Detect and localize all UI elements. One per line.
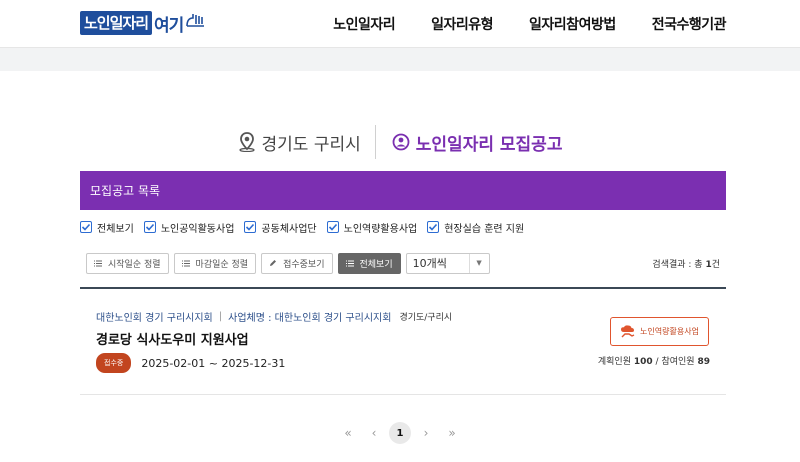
sort-end-label: 마감일순 정렬 — [195, 259, 249, 270]
category-filters: 전체보기 노인공익활동사업 공동체사업단 노인역량활용사업 현장실습 훈련 지원 — [80, 218, 534, 236]
page-size-select[interactable]: 10개씩 ▼ — [405, 252, 490, 274]
open-only-label: 접수중보기 — [283, 259, 325, 270]
site-header: 노인일자리 여기 노인일자리 일자리유형 일자리참여방법 전국수행기관 — [0, 0, 800, 48]
list-header-bar: 모집공고 목록 — [80, 171, 726, 210]
pagination: « ‹ 1 › » — [0, 422, 800, 444]
page-title-row: 경기도 구리시 노인일자리 모집공고 — [0, 122, 800, 162]
location-pin-icon — [238, 132, 256, 152]
first-page-button[interactable]: « — [337, 422, 359, 444]
job-type-badge: 노인역량활용사업 — [610, 317, 709, 346]
caret-down-icon: ▼ — [468, 253, 489, 273]
prev-page-button[interactable]: ‹ — [363, 422, 385, 444]
open-only-button[interactable]: 접수중보기 — [261, 252, 333, 274]
checkbox-checked-icon[interactable] — [244, 221, 257, 233]
planned-count: 100 — [633, 357, 653, 367]
job-org: 대한노인회 경기 구리시지회 — [96, 313, 213, 324]
job-title[interactable]: 경로당 식사도우미 지원사업 — [96, 329, 249, 348]
sub-header-band — [0, 48, 800, 71]
list-toolbar: 시작일순 정렬 마감일순 정렬 접수중보기 전체보기 10개씩 ▼ — [86, 252, 490, 274]
sort-start-button[interactable]: 시작일순 정렬 — [86, 252, 169, 274]
filter-label: 노인역량활용사업 — [343, 223, 418, 235]
filter-label: 노인공익활동사업 — [160, 223, 235, 235]
recruit-title: 노인일자리 모집공고 — [376, 130, 563, 155]
pencil-icon — [269, 259, 277, 267]
filter-field-training[interactable]: 현장실습 훈련 지원 — [427, 220, 524, 235]
job-period: 2025-02-01 ~ 2025-12-31 — [141, 356, 286, 370]
location-title: 경기도 구리시 — [238, 130, 375, 155]
filter-community[interactable]: 공동체사업단 — [244, 220, 317, 235]
page-size-value: 10개씩 — [412, 257, 447, 270]
count-separator: / — [655, 357, 659, 367]
site-logo[interactable]: 노인일자리 여기 — [80, 10, 207, 36]
view-all-label: 전체보기 — [359, 259, 393, 270]
checkbox-checked-icon[interactable] — [427, 221, 440, 233]
filter-capability[interactable]: 노인역량활용사업 — [326, 220, 418, 235]
result-prefix: 검색결과 : 총 — [652, 260, 703, 270]
joined-label: 참여인원 — [661, 357, 695, 367]
location-text: 경기도 구리시 — [261, 134, 361, 155]
view-all-button[interactable]: 전체보기 — [337, 252, 401, 274]
job-status-row: 접수중 2025-02-01 ~ 2025-12-31 — [96, 353, 285, 373]
logo-accent: 여기 — [154, 15, 184, 36]
job-operator: 사업체명 : 대한노인회 경기 구리시지회 — [228, 313, 392, 324]
status-badge: 접수중 — [96, 353, 132, 373]
list-icon — [181, 260, 190, 267]
nav-how-to-join[interactable]: 일자리참여방법 — [529, 14, 616, 34]
logo-hand-icon — [185, 12, 207, 34]
main-nav: 노인일자리 일자리유형 일자리참여방법 전국수행기관 — [297, 0, 726, 48]
filter-label: 공동체사업단 — [261, 223, 317, 235]
search-result-count: 검색결과 : 총 1건 — [652, 257, 720, 270]
list-header-label: 모집공고 목록 — [90, 184, 161, 198]
planned-label: 계획인원 — [597, 357, 631, 367]
user-circle-icon — [392, 133, 410, 151]
recruit-heading: 노인일자리 모집공고 — [415, 134, 563, 155]
job-region: 경기도/구리시 — [399, 313, 453, 323]
meta-separator: | — [218, 311, 223, 322]
list-icon — [345, 260, 354, 267]
last-page-button[interactable]: » — [441, 422, 463, 444]
result-suffix: 건 — [711, 260, 720, 270]
job-headcount: 계획인원 100 / 참여인원 89 — [598, 354, 710, 367]
joined-count: 89 — [697, 357, 710, 367]
nav-job-types[interactable]: 일자리유형 — [431, 14, 493, 34]
filter-label: 현장실습 훈련 지원 — [444, 223, 525, 235]
checkbox-checked-icon[interactable] — [143, 221, 156, 233]
nav-senior-jobs[interactable]: 노인일자리 — [333, 14, 395, 34]
filter-public-service[interactable]: 노인공익활동사업 — [143, 220, 235, 235]
list-icon — [94, 260, 102, 267]
checkbox-checked-icon[interactable] — [326, 221, 339, 233]
sort-end-button[interactable]: 마감일순 정렬 — [173, 252, 257, 274]
nav-agencies[interactable]: 전국수행기관 — [652, 14, 727, 34]
job-meta: 대한노인회 경기 구리시지회 | 사업체명 : 대한노인회 경기 구리시지회 경… — [96, 309, 452, 324]
checkbox-checked-icon[interactable] — [80, 221, 92, 233]
page-1-button[interactable]: 1 — [389, 422, 411, 444]
logo-main: 노인일자리 — [80, 11, 153, 35]
filter-all[interactable]: 전체보기 — [80, 220, 134, 235]
job-type-label: 노인역량활용사업 — [640, 327, 699, 336]
cloud-hand-icon — [620, 325, 636, 338]
sort-start-label: 시작일순 정렬 — [108, 259, 161, 270]
filter-label: 전체보기 — [97, 223, 134, 235]
job-list-item[interactable]: 대한노인회 경기 구리시지회 | 사업체명 : 대한노인회 경기 구리시지회 경… — [80, 289, 726, 395]
next-page-button[interactable]: › — [415, 422, 437, 444]
